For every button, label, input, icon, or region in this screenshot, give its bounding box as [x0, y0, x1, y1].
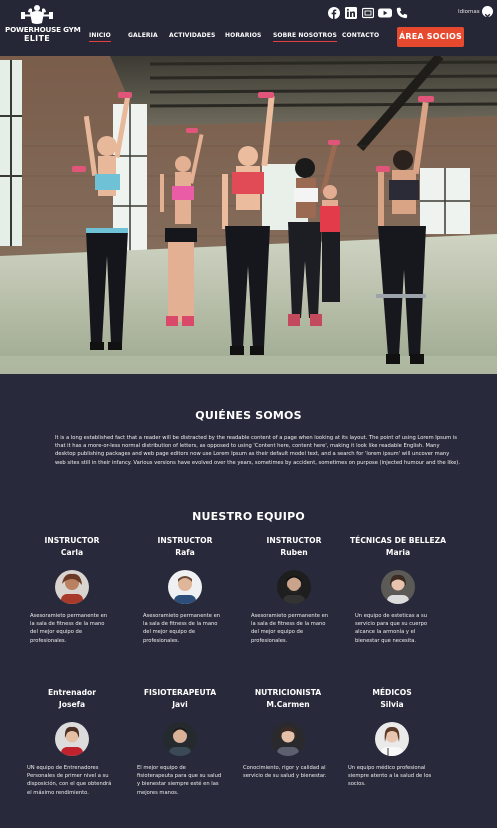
member-name: Josefa: [58, 700, 86, 709]
phone-icon[interactable]: [396, 7, 408, 19]
avatar: [381, 570, 415, 604]
team-member-card: INSTRUCTOR Rafa: [130, 535, 240, 559]
member-name: Ruben: [280, 548, 308, 557]
member-description: Asesoramieto permanente en la sala de fi…: [30, 613, 108, 644]
avatar: [55, 570, 89, 604]
team-member-card: FISIOTERAPEUTA Javi: [125, 687, 235, 711]
member-role: INSTRUCTOR: [44, 536, 100, 545]
member-name: Javi: [172, 700, 188, 709]
member-role: TÉCNICAS DE BELLEZA: [349, 536, 447, 545]
fitness-class-photo: [0, 56, 497, 374]
team-member-card: MÉDICOS Silvia: [337, 687, 447, 711]
language-dropdown[interactable]: [482, 6, 493, 18]
member-name: Silvia: [380, 700, 404, 709]
avatar: [168, 570, 202, 604]
about-paragraph: It is a long established fact that a rea…: [55, 435, 460, 466]
team-member-card: Entrenador Josefa: [17, 687, 127, 711]
team-member-card: INSTRUCTOR Carla: [17, 535, 127, 559]
member-description: Un equipo médico profesional siempre ate…: [348, 765, 432, 788]
nav-item-contacto[interactable]: CONTACTO: [342, 32, 379, 39]
nav-item-galeria[interactable]: GALERIA: [128, 32, 158, 39]
member-name: M.Carmen: [266, 700, 310, 709]
avatar: [163, 722, 197, 756]
chevron-down-icon: [484, 13, 491, 18]
about-title: QUIÉNES SOMOS: [195, 409, 302, 422]
team-member-card: TÉCNICAS DE BELLEZA Maria: [343, 535, 453, 559]
area-socios-button[interactable]: ÁREA SOCIOS: [397, 27, 464, 47]
team-member-card: NUTRICIONISTA M.Carmen: [233, 687, 343, 711]
member-description: El mejor equipo de fisioterapeuta para q…: [137, 765, 222, 796]
language-label[interactable]: Idiomas: [458, 9, 480, 15]
member-name: Maria: [385, 548, 411, 557]
linkedin-icon[interactable]: [345, 7, 357, 19]
nav-item-horarios[interactable]: HORARIOS: [225, 32, 261, 39]
avatar: [55, 722, 89, 756]
member-role: FISIOTERAPEUTA: [143, 688, 217, 697]
member-role: INSTRUCTOR: [266, 536, 322, 545]
member-role: MÉDICOS: [372, 688, 412, 697]
member-name: Rafa: [175, 548, 195, 557]
nav-item-sobre-nosotros[interactable]: SOBRE NOSOTROS: [273, 32, 337, 42]
member-description: Asesoramieto permanente en la sala de fi…: [251, 613, 329, 644]
team-title: NUESTRO EQUIPO: [192, 510, 305, 523]
member-role: NUTRICIONISTA: [254, 688, 322, 697]
avatar: [277, 570, 311, 604]
facebook-icon[interactable]: [328, 7, 340, 19]
member-role: Entrenador: [47, 688, 97, 697]
member-description: Un equipo de esteticas a su servicio par…: [355, 613, 428, 644]
hero-image: [0, 56, 497, 374]
nav-item-inicio[interactable]: INICIO: [89, 32, 111, 42]
muscle-figure-icon: [21, 5, 53, 24]
nav-item-actividades[interactable]: ACTIVIDADES: [169, 32, 215, 39]
avatar: [375, 722, 409, 756]
member-description: Asesoramieto permanente en la sala de fi…: [143, 613, 221, 644]
member-role: INSTRUCTOR: [157, 536, 213, 545]
member-name: Carla: [60, 548, 84, 557]
email-icon[interactable]: [362, 7, 374, 19]
youtube-icon[interactable]: [378, 7, 392, 19]
member-description: Conocimiento, rigor y calidad al servici…: [243, 765, 327, 780]
avatar: [271, 722, 305, 756]
team-member-card: INSTRUCTOR Ruben: [239, 535, 349, 559]
member-description: UN equipo de Entrenadores Personales de …: [27, 765, 112, 796]
site-header: POWERHOUSE GYM ELITE Idiomas INICIO GALE…: [0, 0, 497, 56]
